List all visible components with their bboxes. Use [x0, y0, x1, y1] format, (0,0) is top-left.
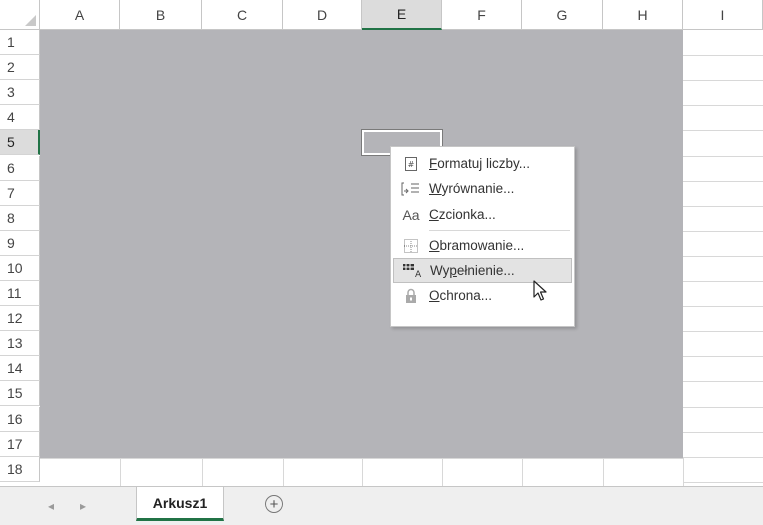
menu-item-wyrównanie[interactable]: Wyrównanie...: [393, 176, 572, 201]
menu-item-label: Formatuj liczby...: [429, 156, 531, 171]
column-header-H[interactable]: H: [603, 0, 683, 30]
column-header-D[interactable]: D: [283, 0, 362, 30]
menu-separator: [429, 230, 570, 231]
gridline-horizontal: [683, 230, 763, 232]
row-header-4[interactable]: 4: [0, 105, 40, 131]
gridline-horizontal: [683, 205, 763, 207]
prev-sheet-arrow-icon[interactable]: ◂: [48, 499, 54, 513]
menu-item-label: Ochrona...: [429, 288, 493, 303]
column-header-B[interactable]: B: [120, 0, 202, 30]
row-header-2[interactable]: 2: [0, 55, 40, 81]
gridline-vertical: [522, 458, 523, 486]
gridline-horizontal: [683, 105, 763, 107]
gridline-horizontal: [683, 80, 763, 82]
column-header-I[interactable]: I: [683, 0, 763, 30]
gridline-vertical: [442, 458, 443, 486]
row-header-11[interactable]: 11: [0, 281, 40, 307]
gridline-horizontal: [683, 155, 763, 157]
gridline-horizontal: [683, 356, 763, 358]
row-header-9[interactable]: 9: [0, 230, 40, 256]
gridline-vertical: [120, 458, 121, 486]
column-header-F[interactable]: F: [442, 0, 522, 30]
alignment-icon: [393, 181, 429, 197]
spreadsheet[interactable]: ABCDEFGHI 1 2 3 4 5 6 7 8 9 10 11 12 13 14 15 16 17 18 # F…: [0, 0, 763, 525]
row-header-14[interactable]: 14: [0, 356, 40, 382]
gridline-horizontal: [683, 381, 763, 383]
gridline-vertical: [603, 458, 604, 486]
gridline-horizontal: [683, 130, 763, 132]
gridline-horizontal: [683, 281, 763, 282]
row-header-5[interactable]: 5: [0, 130, 40, 156]
gridline-horizontal: [683, 406, 763, 408]
row-header-13[interactable]: 13: [0, 331, 40, 357]
lock-icon: [393, 288, 429, 304]
column-header-A[interactable]: A: [40, 0, 120, 30]
format-cells-context-menu: # Formatuj liczby... Wyrównanie... Aa Czcion…: [390, 146, 575, 327]
gridline-horizontal: [683, 331, 763, 333]
row-header-15[interactable]: 15: [0, 381, 40, 407]
row-header-16[interactable]: 16: [0, 406, 40, 432]
gridline-horizontal: [683, 456, 763, 458]
border-icon: [393, 238, 429, 254]
fill-icon: A: [394, 263, 430, 279]
gridline-horizontal: [683, 431, 763, 433]
column-header-E[interactable]: E: [362, 0, 442, 30]
format-number-icon: #: [393, 156, 429, 172]
gridline-horizontal: [40, 458, 683, 459]
menu-item-label: Czcionka...: [429, 207, 496, 222]
column-header-C[interactable]: C: [202, 0, 283, 30]
row-header-1[interactable]: 1: [0, 30, 40, 56]
gridline-vertical: [362, 458, 363, 486]
column-header-G[interactable]: G: [522, 0, 603, 30]
row-header-7[interactable]: 7: [0, 180, 40, 206]
mouse-cursor-icon: [533, 280, 547, 307]
menu-item-czcionka[interactable]: Aa Czcionka...: [393, 202, 572, 227]
font-icon: Aa: [402, 206, 420, 223]
gridline-horizontal: [683, 55, 763, 57]
sheet-tab-arkusz1[interactable]: Arkusz1: [136, 487, 224, 521]
gridline-horizontal: [683, 180, 763, 182]
svg-text:A: A: [415, 270, 422, 279]
row-header-18[interactable]: 18: [0, 456, 40, 482]
menu-item-label: Wypełnienie...: [430, 263, 515, 278]
gridline-horizontal: [683, 306, 763, 308]
sheet-tab-bar: ◂ ▸ Arkusz1 +: [0, 486, 763, 525]
next-sheet-arrow-icon[interactable]: ▸: [80, 499, 86, 513]
row-header-17[interactable]: 17: [0, 431, 40, 457]
row-header-12[interactable]: 12: [0, 306, 40, 332]
svg-text:#: #: [408, 160, 415, 169]
row-header-8[interactable]: 8: [0, 205, 40, 231]
select-all-button[interactable]: [0, 0, 40, 30]
menu-item-formatujliczby[interactable]: # Formatuj liczby...: [393, 151, 572, 176]
row-header-6[interactable]: 6: [0, 155, 40, 181]
row-header-3[interactable]: 3: [0, 80, 40, 106]
menu-item-label: Wyrównanie...: [429, 181, 515, 196]
menu-item-obramowanie[interactable]: Obramowanie...: [393, 233, 572, 258]
gridline-horizontal: [683, 481, 763, 483]
filled-range[interactable]: [40, 30, 683, 458]
gridline-horizontal: [683, 255, 763, 257]
gridline-vertical: [283, 458, 284, 486]
add-sheet-plus-icon[interactable]: +: [265, 495, 283, 513]
menu-item-label: Obramowanie...: [429, 238, 525, 253]
select-all-triangle-icon: [25, 15, 36, 26]
row-header-10[interactable]: 10: [0, 255, 40, 281]
gridline-vertical: [202, 458, 203, 486]
